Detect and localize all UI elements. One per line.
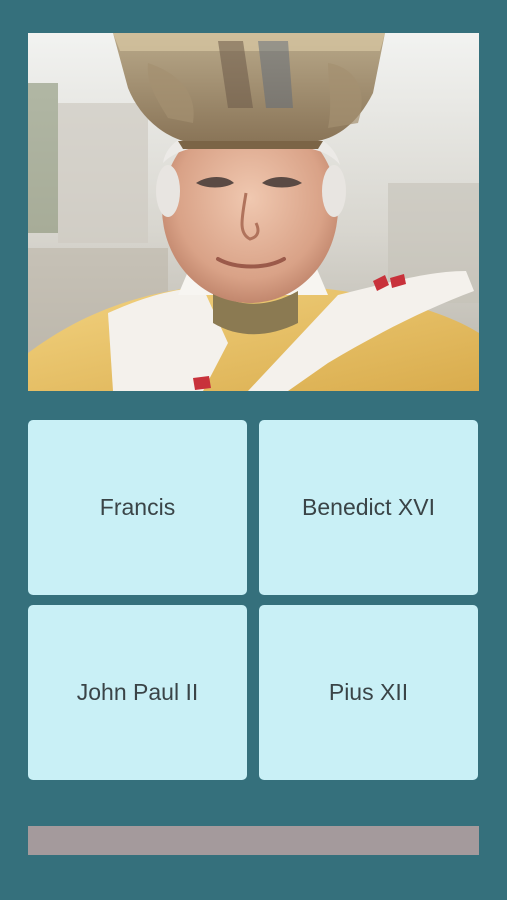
timer-progress-bar [28, 826, 479, 855]
answer-button-benedict-xvi[interactable]: Benedict XVI [259, 420, 478, 595]
pope-portrait-image [28, 33, 479, 391]
answer-label: Francis [99, 494, 176, 520]
answer-grid: Francis Benedict XVI John Paul II Pius X… [28, 420, 479, 780]
answer-label: Benedict XVI [302, 494, 435, 520]
answer-button-pius-xii[interactable]: Pius XII [259, 605, 478, 780]
answer-button-john-paul-ii[interactable]: John Paul II [28, 605, 247, 780]
answer-label: John Paul II [76, 679, 199, 705]
answer-button-francis[interactable]: Francis [28, 420, 247, 595]
question-photo [28, 33, 479, 391]
answer-label: Pius XII [328, 679, 409, 705]
